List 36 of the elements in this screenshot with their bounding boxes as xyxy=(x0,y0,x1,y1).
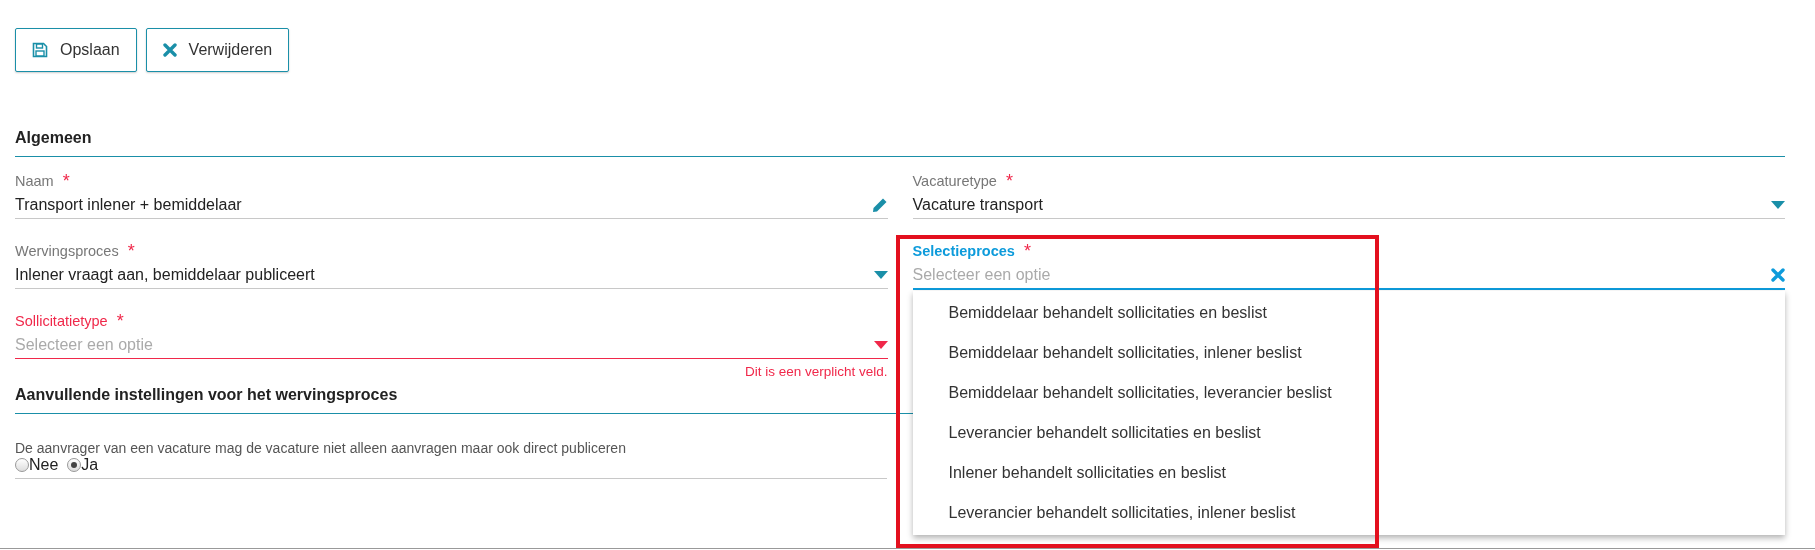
dropdown-option[interactable]: Leverancier behandelt sollicitaties, inlener beslist xyxy=(912,493,1785,533)
radio-icon[interactable] xyxy=(67,458,82,472)
radio-option[interactable]: Ja xyxy=(67,456,99,474)
section-heading: Aanvullende instellingen voor het wervingsproces xyxy=(15,386,398,404)
save-icon xyxy=(32,42,48,58)
required-mark: * xyxy=(62,170,70,192)
field-label: Naam xyxy=(15,173,54,189)
dropdown-option[interactable]: Bemiddelaar behandelt sollicitaties, inlener beslist xyxy=(912,333,1785,373)
clear-icon[interactable] xyxy=(1771,268,1785,282)
caret-icon[interactable] xyxy=(1771,201,1785,209)
save-button[interactable]: Opslaan xyxy=(15,28,137,72)
caret-icon[interactable] xyxy=(873,341,888,349)
select-field[interactable]: Inlener vraagt aan, bemiddelaar publiceert xyxy=(15,262,888,289)
select-field[interactable]: Vacature transport xyxy=(912,192,1785,219)
field-label: Vacaturetype xyxy=(912,173,997,189)
caret-icon[interactable] xyxy=(873,271,888,279)
radio-icon[interactable] xyxy=(15,458,29,472)
dropdown-option[interactable]: Leverancier behandelt sollicitaties en beslist xyxy=(912,413,1785,453)
dropdown-option[interactable]: Bemiddelaar behandelt sollicitaties en beslist xyxy=(912,293,1785,333)
input-field[interactable]: Transport inlener + bemiddelaar xyxy=(15,192,888,219)
radio-option[interactable]: Nee xyxy=(15,456,59,474)
field-label: Selectieproces xyxy=(912,243,1015,259)
required-mark: * xyxy=(1023,240,1031,262)
field-label: Wervingsproces xyxy=(15,243,119,259)
field-label: Sollicitatietype xyxy=(15,313,108,329)
required-mark: * xyxy=(127,240,135,262)
required-mark: * xyxy=(116,310,124,332)
close-icon xyxy=(162,43,177,57)
dropdown-option[interactable]: Bemiddelaar behandelt sollicitaties, leverancier beslist xyxy=(912,373,1785,413)
required-mark: * xyxy=(1005,170,1013,192)
error-message: Dit is een verplicht veld. xyxy=(743,364,888,379)
delete-button[interactable]: Verwijderen xyxy=(145,28,290,72)
pencil-icon[interactable] xyxy=(871,197,888,213)
dropdown-option[interactable]: Inlener behandelt sollicitaties en beslist xyxy=(912,453,1785,493)
section-heading: Algemeen xyxy=(15,129,92,147)
question-text: De aanvrager van een vacature mag de vacature niet alleen aanvragen maar ook direct publiceren xyxy=(15,440,626,456)
